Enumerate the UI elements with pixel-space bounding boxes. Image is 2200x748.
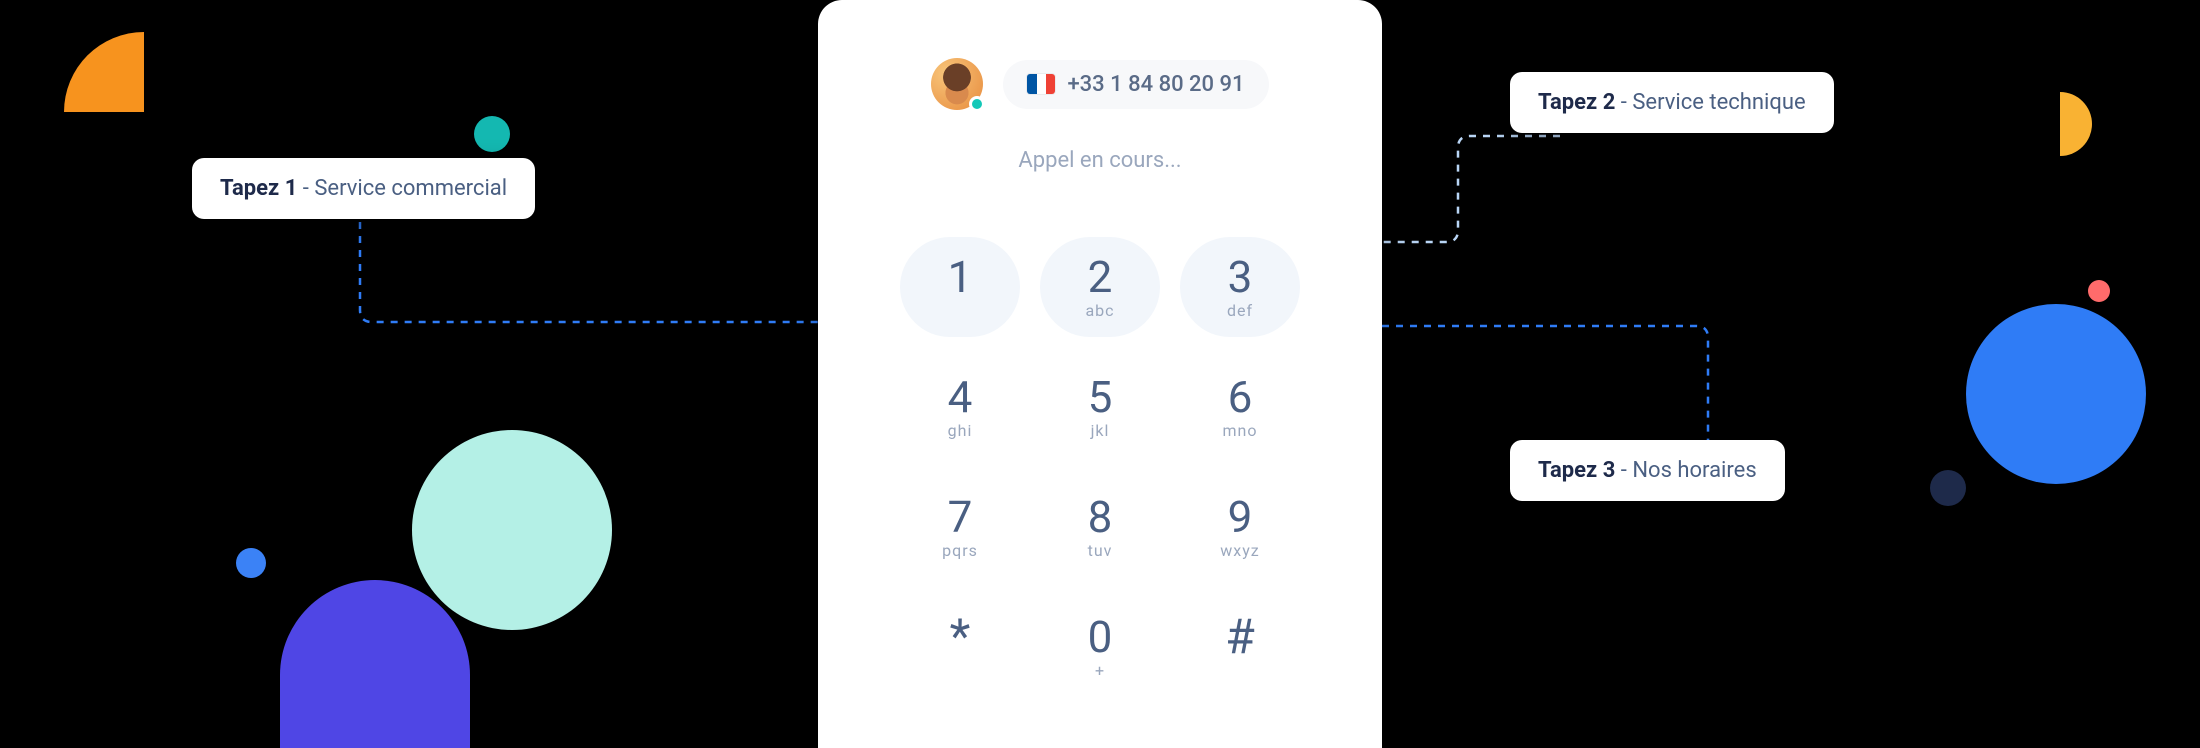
- keypad-key-7[interactable]: 7 pqrs: [900, 477, 1020, 577]
- key-sub: tuv: [1088, 541, 1113, 560]
- keypad: 1 2 abc 3 def 4 ghi 5 jkl 6 mno 7 pqrs 8: [818, 237, 1382, 697]
- callout-press-3: Tapez 3 - Nos horaires: [1510, 440, 1785, 501]
- flag-fr-icon: [1027, 74, 1055, 94]
- key-digit: #: [1225, 613, 1255, 661]
- keypad-key-9[interactable]: 9 wxyz: [1180, 477, 1300, 577]
- presence-indicator-icon: [969, 96, 985, 112]
- decoration-blue-dot: [236, 548, 266, 578]
- keypad-key-3[interactable]: 3 def: [1180, 237, 1300, 337]
- phone-number-text: +33 1 84 80 20 91: [1067, 72, 1244, 97]
- phone-number-pill[interactable]: +33 1 84 80 20 91: [1003, 60, 1268, 109]
- callout-bold: Tapez 3: [1538, 458, 1615, 483]
- key-digit: *: [950, 613, 971, 661]
- callout-bold: Tapez 1: [220, 176, 297, 201]
- callout-sep: -: [1615, 90, 1632, 115]
- dialer-header: +33 1 84 80 20 91: [818, 58, 1382, 110]
- keypad-key-hash[interactable]: #: [1180, 597, 1300, 697]
- keypad-key-6[interactable]: 6 mno: [1180, 357, 1300, 457]
- key-digit: 8: [1088, 495, 1113, 539]
- key-digit: 7: [948, 495, 973, 539]
- callout-text: Nos horaires: [1632, 458, 1756, 483]
- callout-bold: Tapez 2: [1538, 90, 1615, 115]
- callout-text: Service commercial: [314, 176, 507, 201]
- key-sub: jkl: [1091, 421, 1110, 440]
- key-digit: 9: [1228, 495, 1253, 539]
- call-status: Appel en cours...: [818, 148, 1382, 173]
- key-digit: 1: [948, 255, 973, 299]
- keypad-key-star[interactable]: *: [900, 597, 1020, 697]
- key-digit: 3: [1228, 255, 1253, 299]
- key-digit: 4: [948, 375, 973, 419]
- key-digit: 5: [1088, 375, 1113, 419]
- callout-press-1: Tapez 1 - Service commercial: [192, 158, 535, 219]
- decoration-orange-quarter: [64, 32, 144, 112]
- callout-text: Service technique: [1632, 90, 1805, 115]
- avatar[interactable]: [931, 58, 983, 110]
- callout-sep: -: [297, 176, 314, 201]
- keypad-key-1[interactable]: 1: [900, 237, 1020, 337]
- key-sub: wxyz: [1220, 541, 1259, 560]
- key-digit: 6: [1228, 375, 1253, 419]
- key-sub: +: [1095, 661, 1105, 680]
- keypad-key-4[interactable]: 4 ghi: [900, 357, 1020, 457]
- decoration-teal-dot: [474, 116, 510, 152]
- key-digit: 0: [1088, 615, 1113, 659]
- key-sub: ghi: [948, 421, 973, 440]
- decoration-mint-circle: [412, 430, 612, 630]
- decoration-big-blue-circle: [1966, 304, 2146, 484]
- keypad-key-8[interactable]: 8 tuv: [1040, 477, 1160, 577]
- decoration-dark-dot: [1930, 470, 1966, 506]
- keypad-key-0[interactable]: 0 +: [1040, 597, 1160, 697]
- callout-sep: -: [1615, 458, 1632, 483]
- decoration-indigo-pill: [280, 580, 470, 748]
- decoration-coral-dot: [2088, 280, 2110, 302]
- decoration-yellow-half: [2060, 92, 2092, 156]
- key-sub: mno: [1223, 421, 1258, 440]
- dialer-card: +33 1 84 80 20 91 Appel en cours... 1 2 …: [818, 0, 1382, 748]
- key-digit: 2: [1088, 255, 1113, 299]
- key-sub: abc: [1085, 301, 1114, 320]
- callout-press-2: Tapez 2 - Service technique: [1510, 72, 1834, 133]
- key-sub: def: [1227, 301, 1253, 320]
- key-sub: pqrs: [942, 541, 978, 560]
- keypad-key-5[interactable]: 5 jkl: [1040, 357, 1160, 457]
- keypad-key-2[interactable]: 2 abc: [1040, 237, 1160, 337]
